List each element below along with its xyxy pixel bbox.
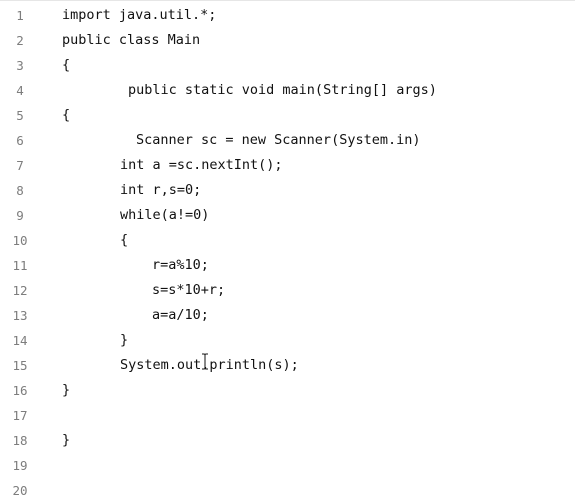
line-number: 8 [16, 183, 24, 198]
code-text[interactable]: } [62, 378, 70, 403]
line-number: 16 [12, 383, 28, 398]
line-number: 15 [12, 358, 28, 373]
code-line[interactable]: 17 [0, 403, 575, 428]
code-text[interactable]: { [120, 228, 128, 253]
code-text[interactable]: while(a!=0) [120, 203, 209, 228]
line-number: 20 [12, 483, 28, 498]
code-line[interactable]: 4 public static void main(String[] args) [0, 78, 575, 103]
code-line[interactable]: 1 import java.util.*; [0, 3, 575, 28]
code-text[interactable]: Scanner sc = new Scanner(System.in) [136, 128, 420, 153]
code-text[interactable]: System.out.println(s); [120, 353, 299, 378]
code-text[interactable]: public class Main [62, 28, 200, 53]
code-line[interactable]: 8 int r,s=0; [0, 178, 575, 203]
code-text[interactable]: { [62, 103, 70, 128]
code-line[interactable]: 19 [0, 453, 575, 478]
line-number: 5 [16, 108, 24, 123]
code-text[interactable]: public static void main(String[] args) [128, 78, 437, 103]
code-line[interactable]: 16 } [0, 378, 575, 403]
code-editor[interactable]: 1 import java.util.*; 2 public class Mai… [0, 0, 575, 501]
line-number: 3 [16, 58, 24, 73]
line-number: 11 [12, 258, 28, 273]
code-text[interactable]: int r,s=0; [120, 178, 201, 203]
line-number: 7 [16, 158, 24, 173]
code-text[interactable]: { [62, 53, 70, 78]
code-line[interactable]: 9 while(a!=0) [0, 203, 575, 228]
line-number: 17 [12, 408, 28, 423]
line-number: 18 [12, 433, 28, 448]
line-number: 6 [16, 133, 24, 148]
line-number: 19 [12, 458, 28, 473]
line-number: 12 [12, 283, 28, 298]
code-line[interactable]: 12 s=s*10+r; [0, 278, 575, 303]
text-cursor-icon [202, 353, 208, 370]
code-line[interactable]: 14 } [0, 328, 575, 353]
code-line[interactable]: 13 a=a/10; [0, 303, 575, 328]
code-line[interactable]: 6 Scanner sc = new Scanner(System.in) [0, 128, 575, 153]
line-number: 9 [16, 208, 24, 223]
code-line[interactable]: 11 r=a%10; [0, 253, 575, 278]
line-number: 4 [16, 83, 24, 98]
code-line[interactable]: 7 int a =sc.nextInt(); [0, 153, 575, 178]
code-line[interactable]: 18 } [0, 428, 575, 453]
code-line[interactable]: 5 { [0, 103, 575, 128]
line-number: 14 [12, 333, 28, 348]
code-line[interactable]: 20 [0, 478, 575, 501]
line-number: 13 [12, 308, 28, 323]
code-text[interactable]: } [62, 428, 70, 453]
line-number: 10 [12, 233, 28, 248]
code-text[interactable]: import java.util.*; [62, 3, 216, 28]
line-number: 1 [16, 8, 24, 23]
code-text[interactable]: } [120, 328, 128, 353]
code-line[interactable]: 2 public class Main [0, 28, 575, 53]
code-text[interactable]: r=a%10; [152, 253, 209, 278]
code-line[interactable]: 15 System.out.println(s); [0, 353, 575, 378]
code-text[interactable]: a=a/10; [152, 303, 209, 328]
line-number: 2 [16, 33, 24, 48]
code-line[interactable]: 10 { [0, 228, 575, 253]
code-text[interactable]: s=s*10+r; [152, 278, 225, 303]
code-line[interactable]: 3 { [0, 53, 575, 78]
code-text[interactable]: int a =sc.nextInt(); [120, 153, 283, 178]
